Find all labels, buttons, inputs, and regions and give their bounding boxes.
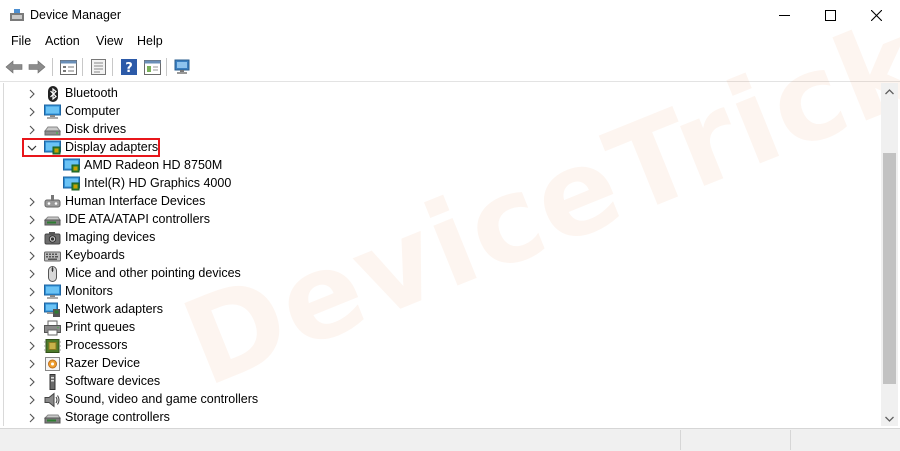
chevron-right-icon[interactable] xyxy=(27,215,37,225)
tree-item-label: Processors xyxy=(65,338,128,352)
tree-item-label: Bluetooth xyxy=(65,86,118,100)
view-icon xyxy=(143,59,161,75)
tree-item-label: Print queues xyxy=(65,320,136,334)
menu-help[interactable]: Help xyxy=(137,34,163,48)
razer-device-icon xyxy=(45,357,60,371)
back-icon xyxy=(5,60,23,74)
svg-text:?: ? xyxy=(125,61,133,75)
scroll-up-icon[interactable] xyxy=(884,88,895,96)
back-button[interactable] xyxy=(4,57,24,77)
tree-view-button[interactable] xyxy=(58,57,78,77)
menu-action[interactable]: Action xyxy=(45,34,80,48)
chevron-right-icon[interactable] xyxy=(27,305,37,315)
tree-item-label: Software devices xyxy=(65,374,161,388)
chevron-right-icon[interactable] xyxy=(27,341,37,351)
network-adapter-icon xyxy=(44,302,60,317)
minimize-button[interactable] xyxy=(761,0,807,31)
properties-icon xyxy=(90,59,106,75)
status-bar-divider xyxy=(680,430,681,450)
status-bar xyxy=(0,428,900,451)
chevron-right-icon[interactable] xyxy=(27,233,37,243)
status-bar-divider xyxy=(790,430,791,450)
scan-computer-icon xyxy=(174,59,190,74)
chevron-right-icon[interactable] xyxy=(27,413,37,423)
scrollbar-thumb[interactable] xyxy=(883,153,896,384)
maximize-button[interactable] xyxy=(807,0,853,31)
keyboard-icon xyxy=(44,251,61,262)
chevron-right-icon[interactable] xyxy=(27,125,37,135)
window-title: Device Manager xyxy=(30,8,122,22)
help-icon: ? xyxy=(121,59,137,75)
tree-item-label: Human Interface Devices xyxy=(65,194,206,208)
processor-icon xyxy=(44,339,61,353)
tree-item-label: Network adapters xyxy=(65,302,163,316)
tree-item-label: Disk drives xyxy=(65,122,127,136)
chevron-right-icon[interactable] xyxy=(27,107,37,117)
scan-hardware-button[interactable] xyxy=(173,57,193,77)
tree-item-label: Storage controllers xyxy=(65,410,170,424)
close-button[interactable] xyxy=(853,0,899,31)
chevron-right-icon[interactable] xyxy=(27,359,37,369)
menu-view[interactable]: View xyxy=(96,34,123,48)
tree-item-label: Keyboards xyxy=(65,248,125,262)
speaker-icon xyxy=(44,392,60,408)
tree-item-label: IDE ATA/ATAPI controllers xyxy=(65,212,210,226)
chevron-right-icon[interactable] xyxy=(27,269,37,279)
scroll-down-icon[interactable] xyxy=(884,415,895,423)
chevron-right-icon[interactable] xyxy=(27,377,37,387)
bluetooth-icon xyxy=(48,86,58,102)
software-device-icon xyxy=(49,374,56,390)
tree-item-label: Mice and other pointing devices xyxy=(65,266,241,280)
computer-icon xyxy=(44,104,61,119)
toolbar-separator xyxy=(82,58,83,76)
tree-item-label: Intel(R) HD Graphics 4000 xyxy=(84,176,232,190)
tree-item-label: AMD Radeon HD 8750M xyxy=(84,158,223,172)
camera-icon xyxy=(44,232,61,245)
toolbar-separator xyxy=(166,58,167,76)
toolbar-separator xyxy=(112,58,113,76)
forward-icon xyxy=(28,60,46,74)
highlight-box xyxy=(22,138,160,157)
ide-controller-icon xyxy=(44,216,61,226)
hid-icon xyxy=(44,195,61,208)
tree-item-label: Sound, video and game controllers xyxy=(65,392,259,406)
chevron-right-icon[interactable] xyxy=(27,197,37,207)
tree-item-label: Imaging devices xyxy=(65,230,156,244)
minimize-icon xyxy=(778,15,790,16)
chevron-right-icon[interactable] xyxy=(27,251,37,261)
maximize-icon xyxy=(824,10,836,21)
forward-button[interactable] xyxy=(27,57,47,77)
tree-item-label: Razer Device xyxy=(65,356,141,370)
chevron-right-icon[interactable] xyxy=(27,287,37,297)
view-button[interactable] xyxy=(142,57,162,77)
disk-drive-icon xyxy=(44,126,61,136)
monitor-icon xyxy=(44,284,61,299)
properties-button[interactable] xyxy=(88,57,108,77)
toolbar-separator xyxy=(52,58,53,76)
printer-icon xyxy=(44,320,61,336)
menu-bar xyxy=(0,31,900,53)
tree-view-icon xyxy=(59,59,77,75)
tree-item-label: Monitors xyxy=(65,284,113,298)
storage-controller-icon xyxy=(44,414,61,424)
chevron-right-icon[interactable] xyxy=(27,395,37,405)
chevron-right-icon[interactable] xyxy=(27,89,37,99)
close-icon xyxy=(870,10,882,21)
help-button[interactable]: ? xyxy=(119,57,139,77)
display-adapter-icon xyxy=(63,176,80,191)
tree-item-label: Computer xyxy=(65,104,120,118)
display-adapter-icon xyxy=(63,158,80,173)
chevron-right-icon[interactable] xyxy=(27,323,37,333)
menu-file[interactable]: File xyxy=(11,34,31,48)
device-manager-app-icon xyxy=(10,9,24,21)
mouse-icon xyxy=(48,266,57,282)
